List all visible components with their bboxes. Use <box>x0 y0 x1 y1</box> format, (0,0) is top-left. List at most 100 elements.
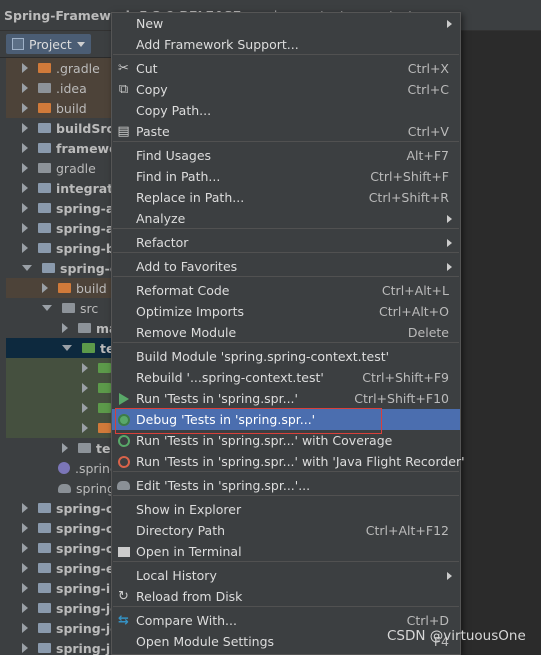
expand-arrow-right-icon[interactable] <box>22 143 28 153</box>
menu-item[interactable]: Local History <box>112 565 460 586</box>
menu-item[interactable]: ⧉ Copy Ctrl+C <box>112 79 460 100</box>
menu-item[interactable]: Analyze <box>112 208 460 229</box>
project-tree[interactable]: .gradle .idea build buildSrc framework-bom gr… <box>6 58 118 655</box>
menu-item[interactable]: New <box>112 13 460 34</box>
tree-node[interactable]: spring-instrument <box>6 578 118 598</box>
tree-node[interactable]: spring-aop <box>6 198 118 218</box>
menu-item[interactable]: Directory Path Ctrl+Alt+F12 <box>112 520 460 541</box>
menu-item[interactable]: Replace in Path... Ctrl+Shift+R <box>112 187 460 208</box>
tree-node[interactable]: integration-tests <box>6 178 118 198</box>
expand-arrow-down-icon[interactable] <box>42 305 52 311</box>
tree-node[interactable]: build <box>6 98 118 118</box>
tree-node[interactable]: spring-beans <box>6 238 118 258</box>
expand-arrow-right-icon[interactable] <box>22 543 28 553</box>
tree-node[interactable]: spring-context <box>6 258 118 278</box>
tree-node[interactable]: spring-context-indexer <box>6 498 118 518</box>
tree-node[interactable]: .spring-context.gradle <box>6 458 118 478</box>
expand-arrow-right-icon[interactable] <box>22 563 28 573</box>
tree-node[interactable]: spring-expression <box>6 558 118 578</box>
menu-item[interactable]: Run 'Tests in 'spring.spr...' with Cover… <box>112 430 460 451</box>
expand-arrow-right-icon[interactable] <box>22 223 28 233</box>
expand-arrow-right-icon[interactable] <box>22 203 28 213</box>
tree-node[interactable] <box>6 358 118 378</box>
submenu-arrow-icon <box>447 238 452 247</box>
expand-arrow-right-icon[interactable] <box>22 243 28 253</box>
tree-node[interactable]: framework-bom <box>6 138 118 158</box>
tree-node[interactable] <box>6 398 118 418</box>
menu-item-shortcut: Ctrl+Alt+L <box>381 283 449 298</box>
menu-item[interactable]: Reformat Code Ctrl+Alt+L <box>112 280 460 301</box>
submenu-arrow-icon <box>447 571 452 580</box>
expand-arrow-right-icon[interactable] <box>22 63 28 73</box>
menu-item[interactable]: ✂ Cut Ctrl+X <box>112 58 460 79</box>
expand-arrow-right-icon[interactable] <box>22 183 28 193</box>
menu-item[interactable]: Show in Explorer <box>112 499 460 520</box>
tree-node[interactable]: spring-jdbc <box>6 618 118 638</box>
project-view-selector[interactable]: Project <box>6 34 91 54</box>
menu-item[interactable]: Build Module 'spring.spring-context.test… <box>112 346 460 367</box>
expand-arrow-right-icon[interactable] <box>22 123 28 133</box>
tree-node[interactable]: test <box>6 338 118 358</box>
expand-arrow-right-icon[interactable] <box>22 603 28 613</box>
menu-item[interactable]: Add Framework Support... <box>112 34 460 55</box>
expand-arrow-right-icon[interactable] <box>82 403 88 413</box>
expand-arrow-right-icon[interactable] <box>42 283 48 293</box>
expand-arrow-right-icon[interactable] <box>22 623 28 633</box>
gradle-file-icon <box>58 483 71 493</box>
menu-item-label: Optimize Imports <box>136 304 245 319</box>
menu-item[interactable]: Run 'Tests in 'spring.spr...' Ctrl+Shift+… <box>112 388 460 409</box>
folder-icon <box>42 263 55 273</box>
menu-item[interactable]: Debug 'Tests in 'spring.spr...' <box>112 409 460 430</box>
tree-node[interactable] <box>6 378 118 398</box>
menu-item[interactable]: Rebuild '...spring-context.test' Ctrl+Shi… <box>112 367 460 388</box>
tree-node[interactable]: testFixtures <box>6 438 118 458</box>
tree-node[interactable]: gradle <box>6 158 118 178</box>
menu-item[interactable]: ▤ Paste Ctrl+V <box>112 121 460 142</box>
tree-node[interactable]: spring-context.gradle <box>6 478 118 498</box>
menu-item[interactable]: Open in Terminal <box>112 541 460 562</box>
menu-item[interactable]: Optimize Imports Ctrl+Alt+O <box>112 301 460 322</box>
tree-node[interactable]: spring-context-support <box>6 518 118 538</box>
expand-arrow-right-icon[interactable] <box>82 423 88 433</box>
folder-icon <box>38 563 51 573</box>
context-menu: New Add Framework Support... ✂ Cut Ctrl+X ⧉ Co… <box>111 12 465 655</box>
expand-arrow-right-icon[interactable] <box>22 643 28 653</box>
menu-item[interactable]: Add to Favorites <box>112 256 460 277</box>
tree-node[interactable]: src <box>6 298 118 318</box>
expand-arrow-right-icon[interactable] <box>22 583 28 593</box>
expand-arrow-right-icon[interactable] <box>62 323 68 333</box>
menu-item[interactable]: Remove Module Delete <box>112 322 460 343</box>
expand-arrow-right-icon[interactable] <box>22 163 28 173</box>
tree-node-label: spring-core <box>56 540 118 556</box>
expand-arrow-right-icon[interactable] <box>22 523 28 533</box>
expand-arrow-right-icon[interactable] <box>22 103 28 113</box>
tree-node[interactable]: spring-jcl <box>6 598 118 618</box>
menu-item-label: Add Framework Support... <box>136 37 299 52</box>
tree-node[interactable]: .gradle <box>6 58 118 78</box>
expand-arrow-right-icon[interactable] <box>22 83 28 93</box>
menu-item[interactable]: Copy Path... <box>112 100 460 121</box>
menu-item[interactable]: Find Usages Alt+F7 <box>112 145 460 166</box>
tree-node[interactable]: build <box>6 278 118 298</box>
expand-arrow-down-icon[interactable] <box>62 345 72 351</box>
expand-arrow-right-icon[interactable] <box>82 363 88 373</box>
expand-arrow-right-icon[interactable] <box>82 383 88 393</box>
tree-node[interactable] <box>6 418 118 438</box>
menu-item[interactable]: Edit 'Tests in 'spring.spr...'... <box>112 475 460 496</box>
menu-item[interactable]: Run 'Tests in 'spring.spr...' with 'Java… <box>112 451 465 472</box>
folder-icon <box>38 203 51 213</box>
menu-item-label: Analyze <box>136 211 186 226</box>
tree-node[interactable]: spring-core <box>6 538 118 558</box>
tree-node[interactable]: spring-aspects <box>6 218 118 238</box>
expand-arrow-down-icon[interactable] <box>22 265 32 271</box>
folder-icon <box>82 343 95 353</box>
tree-node[interactable]: .idea <box>6 78 118 98</box>
tree-node[interactable]: spring-jms <box>6 638 118 655</box>
tree-node[interactable]: main <box>6 318 118 338</box>
expand-arrow-right-icon[interactable] <box>22 503 28 513</box>
menu-item[interactable]: Refactor <box>112 232 460 253</box>
menu-item[interactable]: ↻ Reload from Disk <box>112 586 460 607</box>
menu-item[interactable]: Find in Path... Ctrl+Shift+F <box>112 166 460 187</box>
tree-node[interactable]: buildSrc <box>6 118 118 138</box>
expand-arrow-right-icon[interactable] <box>62 443 68 453</box>
